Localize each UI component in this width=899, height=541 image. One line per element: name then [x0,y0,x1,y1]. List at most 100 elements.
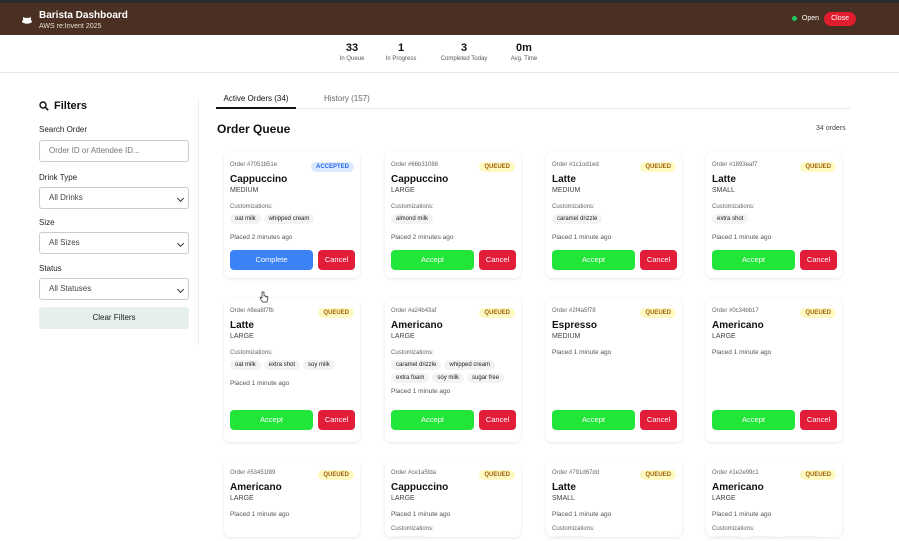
queue-title: Order Queue [217,122,291,136]
customization-tag: almond milk [391,214,434,224]
accept-button[interactable]: Accept [712,250,795,270]
cancel-button[interactable]: Cancel [479,410,516,430]
accept-button[interactable]: Accept [552,250,635,270]
stat-value: 1 [397,42,405,54]
status-badge: QUEUED [640,308,676,318]
stat-label: In Progress [385,56,417,62]
order-card: Order #a24b43af QUEUED Americano LARGE Custo… [385,298,521,442]
drink-type-value: All Drinks [49,193,83,202]
placed-time: Placed 1 minute ago [552,349,612,356]
size-select[interactable]: All Sizes [39,232,189,254]
customizations-label: Customizations: [391,204,434,210]
placed-time: Placed 1 minute ago [712,349,772,356]
customizations-label: Customizations: [230,350,273,356]
customization-tag: whipped cream [444,360,496,370]
search-label: Search Order [39,125,88,134]
customization-tag: caramel drizzle [391,360,442,370]
placed-time: Placed 1 minute ago [230,380,290,387]
clear-filters-button[interactable]: Clear Filters [39,307,189,329]
drink-size: MEDIUM [230,187,259,194]
customization-list: oat milk whipped cream [230,214,360,224]
customization-tag: soy milk [303,360,335,370]
status-badge: QUEUED [640,162,676,172]
hand-cursor-icon [259,291,269,303]
search-input[interactable]: Order ID or Attendee ID... [39,140,189,162]
complete-button[interactable]: Complete [230,250,313,270]
cancel-button[interactable]: Cancel [640,250,677,270]
drink-name: Cappuccino [230,174,288,185]
order-card: Order #0c34bb17 QUEUED Americano LARGE Place… [706,298,842,442]
customization-tag: extra foam [391,373,430,383]
cancel-button[interactable]: Cancel [800,410,837,430]
close-store-button[interactable]: Close [824,12,856,26]
drink-type-select[interactable]: All Drinks [39,187,189,209]
order-id: Order #a24b43af [391,308,437,314]
drink-name: Latte [552,482,576,493]
chevron-down-icon [176,285,185,294]
customization-tag: extra foam [391,536,430,537]
status-label: Status [39,264,62,273]
accept-button[interactable]: Accept [391,410,474,430]
size-label: Size [39,218,55,227]
drink-size: LARGE [391,187,415,194]
order-id: Order #8ea8f7fb [230,308,274,314]
drink-name: Americano [712,482,764,493]
order-card: Order #8ea8f7fb QUEUED Latte LARGE Customiza… [224,298,360,442]
stat-label: Avg. Time [510,56,538,62]
accept-button[interactable]: Accept [391,250,474,270]
status-value: All Statuses [49,284,92,293]
drink-name: Latte [552,174,576,185]
drink-size: LARGE [391,495,415,502]
accept-button[interactable]: Accept [712,410,795,430]
customization-list: extra shot [712,214,842,224]
coffee-cup-icon [22,15,32,24]
drink-size: MEDIUM [552,187,581,194]
accept-button[interactable]: Accept [230,410,313,430]
stat-value: 33 [345,42,359,54]
tab-active-orders[interactable]: Active Orders (34) [216,88,296,109]
tab-history[interactable]: History (157) [324,88,384,109]
customization-list: extra foam [391,536,521,537]
filters-sidebar: Filters Search Order Order ID or Attende… [33,98,199,345]
customization-tag: sugar free [467,373,505,383]
customizations-label: Customizations: [391,526,434,532]
cancel-button[interactable]: Cancel [479,250,516,270]
stat-in-queue: 33 In Queue [337,42,367,64]
stat-value: 3 [460,42,468,54]
customization-tag: whipped cream [263,214,315,224]
drink-name: Espresso [552,320,598,331]
customization-tag: oat milk [230,214,261,224]
placed-time: Placed 2 minutes ago [230,234,293,241]
status-badge: QUEUED [800,470,836,480]
placed-time: Placed 1 minute ago [712,234,772,241]
drink-name: Americano [712,320,764,331]
placed-time: Placed 1 minute ago [391,511,451,518]
order-id: Order #1c1od1ed [552,162,599,168]
cancel-button[interactable]: Cancel [640,410,677,430]
status-badge: ACCEPTED [310,162,354,172]
drink-name: Latte [712,174,736,185]
order-id: Order #0c34bb17 [712,308,759,314]
customization-tag: soy milk [745,536,778,537]
drink-name: Cappuccino [391,174,449,185]
order-card: Order #ce1a5fda QUEUED Cappuccino LARGE Cust… [385,460,521,537]
cancel-button[interactable]: Cancel [318,250,355,270]
order-card: Order #1c1od1ed QUEUED Latte MEDIUM Customiz… [546,152,682,278]
drink-size: LARGE [391,333,415,340]
drink-size: LARGE [712,333,736,340]
customizations-label: Customizations: [391,350,434,356]
placed-time: Placed 1 minute ago [712,511,772,518]
status-text: Open [801,15,819,22]
status-select[interactable]: All Statuses [39,278,189,300]
cancel-button[interactable]: Cancel [800,250,837,270]
placed-time: Placed 1 minute ago [552,234,612,241]
customization-tag: extra shot [712,214,749,224]
accept-button[interactable]: Accept [552,410,635,430]
stat-value: 0m [516,42,532,54]
order-card: Order #1893eaf7 QUEUED Latte SMALL Customiza… [706,152,842,278]
cancel-button[interactable]: Cancel [318,410,355,430]
customization-list: caramel drizzle whipped cream extra foam so… [391,360,521,383]
customizations-label: Customizations: [712,526,755,532]
drink-size: SMALL [552,495,575,502]
customizations-label: Customizations: [712,204,755,210]
